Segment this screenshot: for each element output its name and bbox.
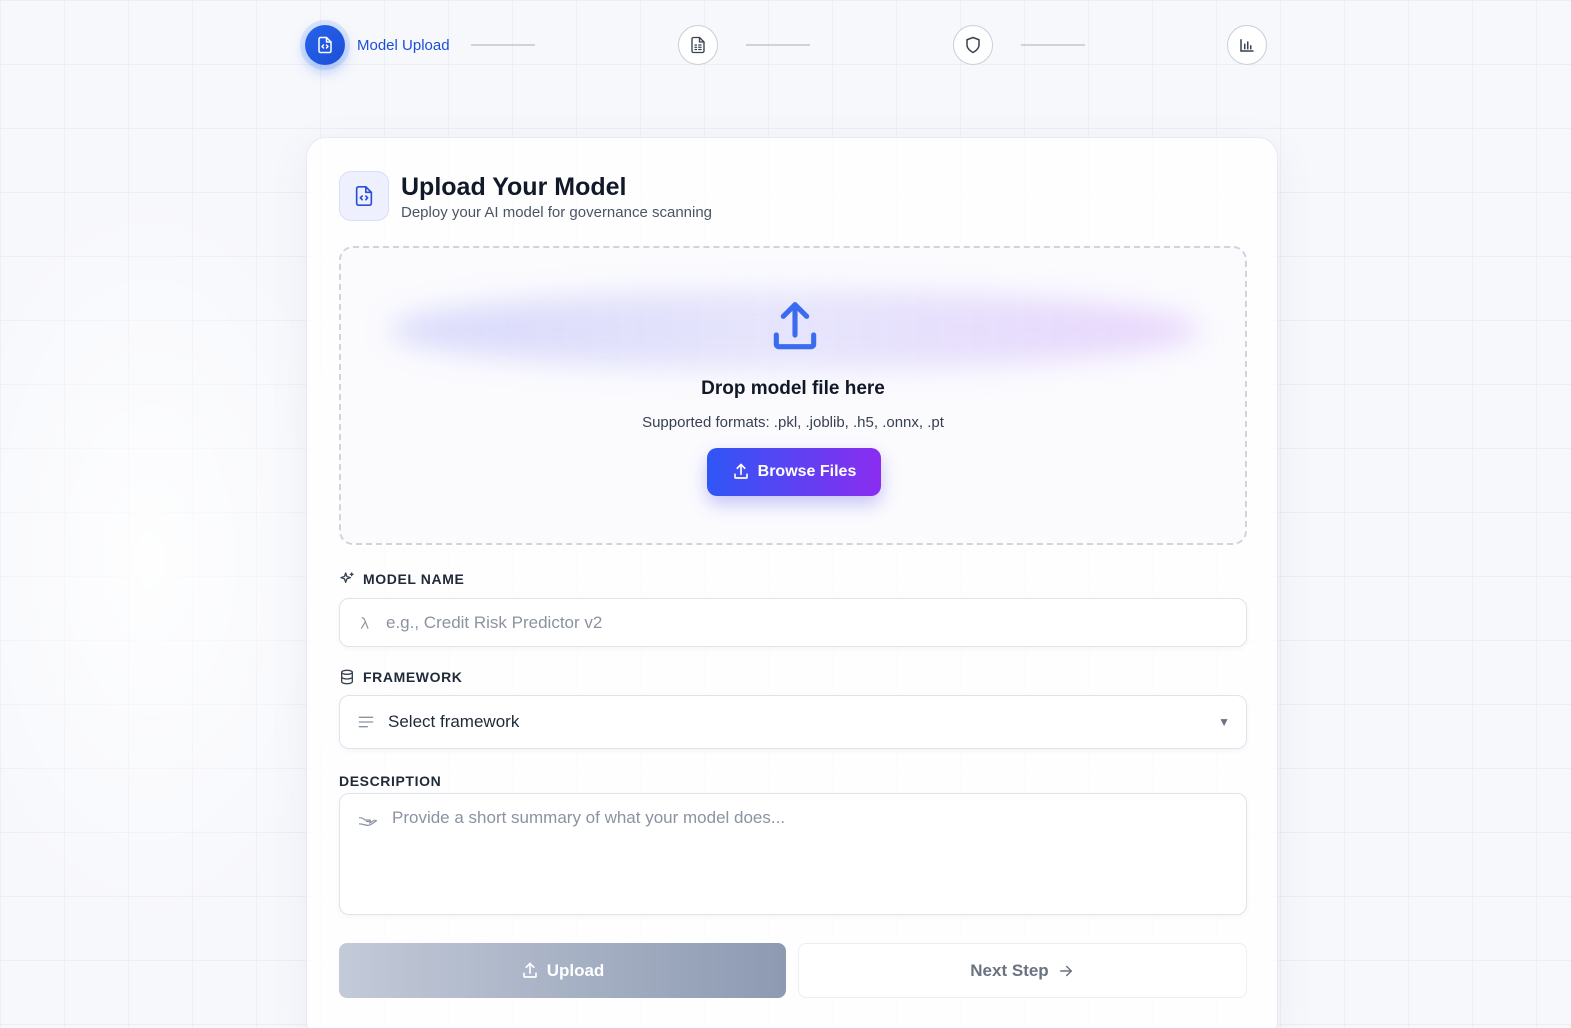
model-name-field[interactable]	[339, 598, 1247, 647]
step-connector	[1021, 44, 1085, 46]
hand-icon	[358, 812, 378, 828]
description-field[interactable]	[339, 793, 1247, 915]
upload-icon	[522, 962, 537, 978]
description-textarea[interactable]	[392, 808, 1212, 898]
database-icon	[341, 669, 353, 685]
upload-icon	[733, 463, 748, 479]
file-code-icon	[305, 25, 345, 65]
file-spreadsheet-icon	[678, 25, 718, 65]
framework-label: FRAMEWORK	[339, 669, 463, 685]
step-4[interactable]	[1227, 25, 1267, 65]
upload-label: Upload	[546, 960, 605, 980]
page-title: Upload Your Model	[401, 172, 627, 201]
dropzone-title: Drop model file here	[701, 378, 885, 399]
lambda-icon	[358, 616, 372, 630]
step-model-upload[interactable]: Model Upload	[305, 25, 450, 65]
next-step-label: Next Step	[970, 960, 1049, 980]
framework-selected-value: Select framework	[388, 712, 520, 731]
next-step-button[interactable]: Next Step	[798, 943, 1247, 998]
bar-chart-icon	[1227, 25, 1267, 65]
step-2[interactable]	[678, 25, 718, 65]
shield-icon	[953, 25, 993, 65]
model-name-input[interactable]	[386, 612, 1206, 633]
upload-card: Upload Your Model Deploy your AI model f…	[306, 137, 1278, 1028]
description-label: DESCRIPTION	[339, 773, 442, 789]
file-code-icon	[339, 171, 389, 221]
progress-stepper: Model Upload	[305, 25, 1267, 65]
step-connector	[471, 44, 535, 46]
lines-icon	[358, 715, 374, 729]
step-3[interactable]	[953, 25, 993, 65]
supported-formats: Supported formats: .pkl, .joblib, .h5, .…	[642, 414, 944, 431]
model-name-label: MODEL NAME	[339, 571, 464, 587]
sparkles-icon	[340, 572, 354, 583]
step-connector	[746, 44, 810, 46]
card-header: Upload Your Model Deploy your AI model f…	[339, 171, 712, 221]
upload-button[interactable]: Upload	[339, 943, 786, 998]
arrow-right-icon	[1059, 965, 1072, 976]
chevron-down-icon: ▼	[1218, 715, 1230, 729]
upload-icon	[767, 300, 823, 361]
browse-files-button[interactable]: Browse Files	[707, 448, 881, 496]
step-label: Model Upload	[357, 36, 450, 54]
browse-files-label: Browse Files	[757, 463, 857, 480]
page-subtitle: Deploy your AI model for governance scan…	[401, 203, 713, 221]
file-dropzone[interactable]: Drop model file here Supported formats: …	[339, 246, 1247, 545]
framework-select[interactable]: Select framework ▼	[339, 695, 1247, 749]
